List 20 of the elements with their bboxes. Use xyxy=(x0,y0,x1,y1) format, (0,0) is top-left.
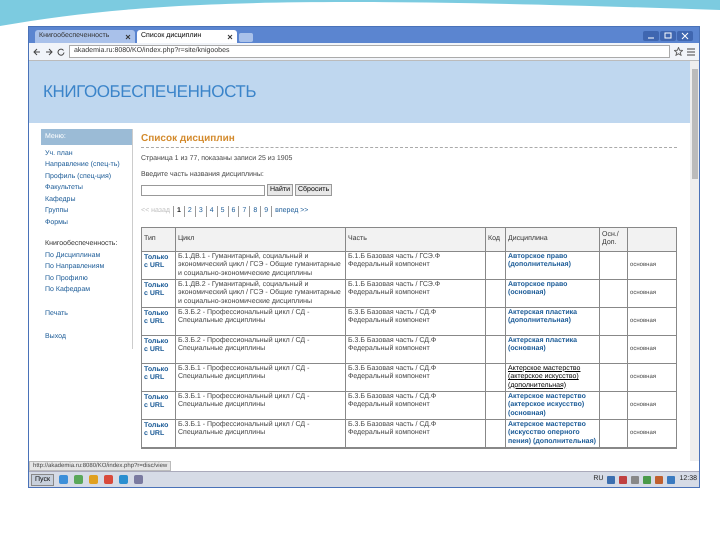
taskbar-app-icon[interactable] xyxy=(88,474,100,485)
back-arrow-icon[interactable] xyxy=(33,48,41,56)
close-icon[interactable] xyxy=(677,31,693,41)
star-icon[interactable] xyxy=(674,47,683,56)
reload-icon[interactable] xyxy=(57,48,65,56)
maximize-icon[interactable] xyxy=(660,31,676,41)
scrollbar[interactable] xyxy=(690,61,699,461)
section-title: Список дисциплин xyxy=(141,132,236,146)
taskbar-app-icon[interactable] xyxy=(58,474,70,485)
taskbar-app-icon[interactable] xyxy=(133,474,144,485)
close-icon[interactable] xyxy=(125,34,131,40)
taskbar-app-icon[interactable] xyxy=(118,474,130,485)
minimize-icon[interactable] xyxy=(643,31,659,41)
page-title: КНИГООБЕСПЕЧЕННОСТЬ xyxy=(43,81,256,104)
menu-icon[interactable] xyxy=(687,48,695,56)
search-field[interactable] xyxy=(141,184,265,196)
close-icon[interactable] xyxy=(227,34,233,40)
forward-arrow-icon[interactable] xyxy=(45,48,53,56)
taskbar-app-icon[interactable] xyxy=(73,474,84,485)
taskbar-app-icon[interactable] xyxy=(103,474,114,485)
